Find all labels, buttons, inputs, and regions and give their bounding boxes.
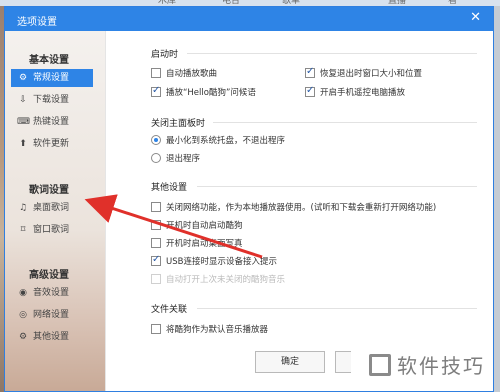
option-label: 自动打开上次未关闭的酷狗音乐 (166, 275, 286, 285)
section-title-close-panel: 关闭主面板时 (151, 119, 206, 129)
option-label: 恢复退出时窗口大小和位置 (320, 69, 423, 79)
download-icon: ⇩ (19, 95, 27, 105)
group-title-advanced: 高级设置 (29, 270, 69, 281)
sidebar-item-label: 网络设置 (33, 310, 70, 320)
radio-button[interactable] (151, 135, 161, 145)
sidebar-item-label: 桌面歌词 (33, 203, 70, 213)
background-right-edge (494, 6, 500, 392)
sidebar-item-other[interactable]: ⚙ 其他设置 (11, 328, 93, 346)
sidebar-item-label: 音效设置 (33, 288, 70, 298)
option-label: 退出程序 (166, 154, 201, 164)
option-label: 开机时自动启动酷狗 (166, 221, 243, 231)
checkbox[interactable] (151, 68, 161, 78)
window-lyrics-icon: ⌑ (20, 225, 26, 235)
desktop-lyrics-icon: ♫ (18, 203, 28, 213)
checkbox[interactable] (151, 254, 161, 266)
sidebar-item-label: 常规设置 (33, 73, 70, 83)
option-label: 关闭网络功能，作为本地播放器使用。(试听和下载会重新打开网络功能) (166, 203, 437, 213)
checkbox[interactable] (151, 85, 161, 97)
sidebar-item-label: 软件更新 (33, 139, 70, 149)
title-bar: 选项设置 ✕ (5, 7, 493, 31)
sidebar-divider (105, 31, 106, 391)
ok-button[interactable]: 确定 (255, 351, 325, 373)
sidebar: 基本设置 ⚙ 常规设置 ⇩ 下载设置 ⌨ 热键设置 ⬆ 软件更新 歌词设置 ♫ 桌面歌词 … (5, 31, 105, 391)
option-label: 自动播放歌曲 (166, 69, 218, 79)
sidebar-item-label: 其他设置 (33, 332, 70, 342)
options-dialog: 选项设置 ✕ 基本设置 ⚙ 常规设置 ⇩ 下载设置 ⌨ 热键设置 ⬆ 软件更新 歌词设置… (4, 6, 494, 392)
network-icon: ◎ (19, 310, 27, 320)
checkbox[interactable] (151, 202, 161, 212)
option-usb-prompt[interactable]: USB连接时显示设备接入提示 (151, 254, 277, 268)
other-settings-icon: ⚙ (18, 332, 28, 342)
watermark-logo-icon (369, 353, 391, 376)
option-label: 最小化到系统托盘，不退出程序 (166, 136, 286, 146)
radio-button[interactable] (151, 153, 161, 163)
checkbox[interactable] (305, 66, 315, 78)
section-title-startup: 启动时 (151, 50, 179, 60)
sidebar-item-sound-effects[interactable]: ◉ 音效设置 (11, 284, 93, 302)
option-label: 播放“Hello酷狗”问候语 (166, 88, 256, 98)
dialog-title: 选项设置 (17, 17, 57, 28)
option-label: 开机时启动桌面写真 (166, 239, 243, 249)
section-title-file-assoc: 文件关联 (151, 305, 188, 315)
option-minimize-to-tray[interactable]: 最小化到系统托盘，不退出程序 (151, 135, 285, 147)
checkbox[interactable] (305, 85, 315, 97)
sidebar-item-desktop-lyrics[interactable]: ♫ 桌面歌词 (11, 199, 93, 217)
option-autoplay[interactable]: 自动播放歌曲 (151, 68, 217, 80)
sound-effect-icon: ◉ (19, 288, 27, 298)
option-disable-network[interactable]: 关闭网络功能，作为本地播放器使用。(试听和下载会重新打开网络功能) (151, 202, 436, 214)
section-divider (197, 186, 477, 187)
option-greeting[interactable]: 播放“Hello酷狗”问候语 (151, 85, 256, 99)
sidebar-item-update[interactable]: ⬆ 软件更新 (11, 135, 93, 153)
sidebar-item-hotkey[interactable]: ⌨ 热键设置 (11, 113, 93, 131)
sidebar-item-label: 窗口歌词 (33, 225, 70, 235)
option-restore-window[interactable]: 恢复退出时窗口大小和位置 (305, 66, 423, 80)
sidebar-item-window-lyrics[interactable]: ⌑ 窗口歌词 (11, 221, 93, 239)
checkbox[interactable] (151, 220, 161, 230)
checkbox[interactable] (151, 238, 161, 248)
checkbox (151, 274, 161, 284)
option-label: 开启手机遥控电脑播放 (320, 88, 406, 98)
section-divider (213, 122, 477, 123)
sidebar-item-general[interactable]: ⚙ 常规设置 (11, 69, 93, 87)
group-title-basic: 基本设置 (29, 55, 69, 66)
option-desktop-photo[interactable]: 开机时启动桌面写真 (151, 238, 243, 250)
update-icon: ⬆ (19, 139, 27, 149)
settings-icon: ⚙ (18, 73, 28, 83)
option-label: 将酷狗作为默认音乐播放器 (166, 325, 269, 335)
sidebar-item-label: 热键设置 (33, 117, 70, 127)
option-exit-program[interactable]: 退出程序 (151, 153, 200, 165)
sidebar-item-label: 下载设置 (33, 95, 70, 105)
sidebar-item-network[interactable]: ◎ 网络设置 (11, 306, 93, 324)
watermark: 软件技巧 (369, 350, 485, 379)
close-icon[interactable]: ✕ (470, 11, 481, 25)
section-divider (197, 308, 477, 309)
option-reopen-last: 自动打开上次未关闭的酷狗音乐 (151, 274, 285, 286)
checkbox[interactable] (151, 324, 161, 334)
option-default-player[interactable]: 将酷狗作为默认音乐播放器 (151, 324, 268, 336)
sidebar-item-download[interactable]: ⇩ 下载设置 (11, 91, 93, 109)
watermark-text: 软件技巧 (397, 354, 485, 378)
group-title-lyrics: 歌词设置 (29, 185, 69, 196)
section-divider (187, 53, 477, 54)
option-label: USB连接时显示设备接入提示 (166, 257, 277, 267)
option-phone-remote[interactable]: 开启手机遥控电脑播放 (305, 85, 406, 99)
keyboard-icon: ⌨ (17, 117, 30, 127)
section-title-other: 其他设置 (151, 183, 188, 193)
bg-tab: MV (336, 0, 350, 3)
cancel-button[interactable] (335, 351, 351, 373)
option-autostart[interactable]: 开机时自动启动酷狗 (151, 220, 243, 232)
